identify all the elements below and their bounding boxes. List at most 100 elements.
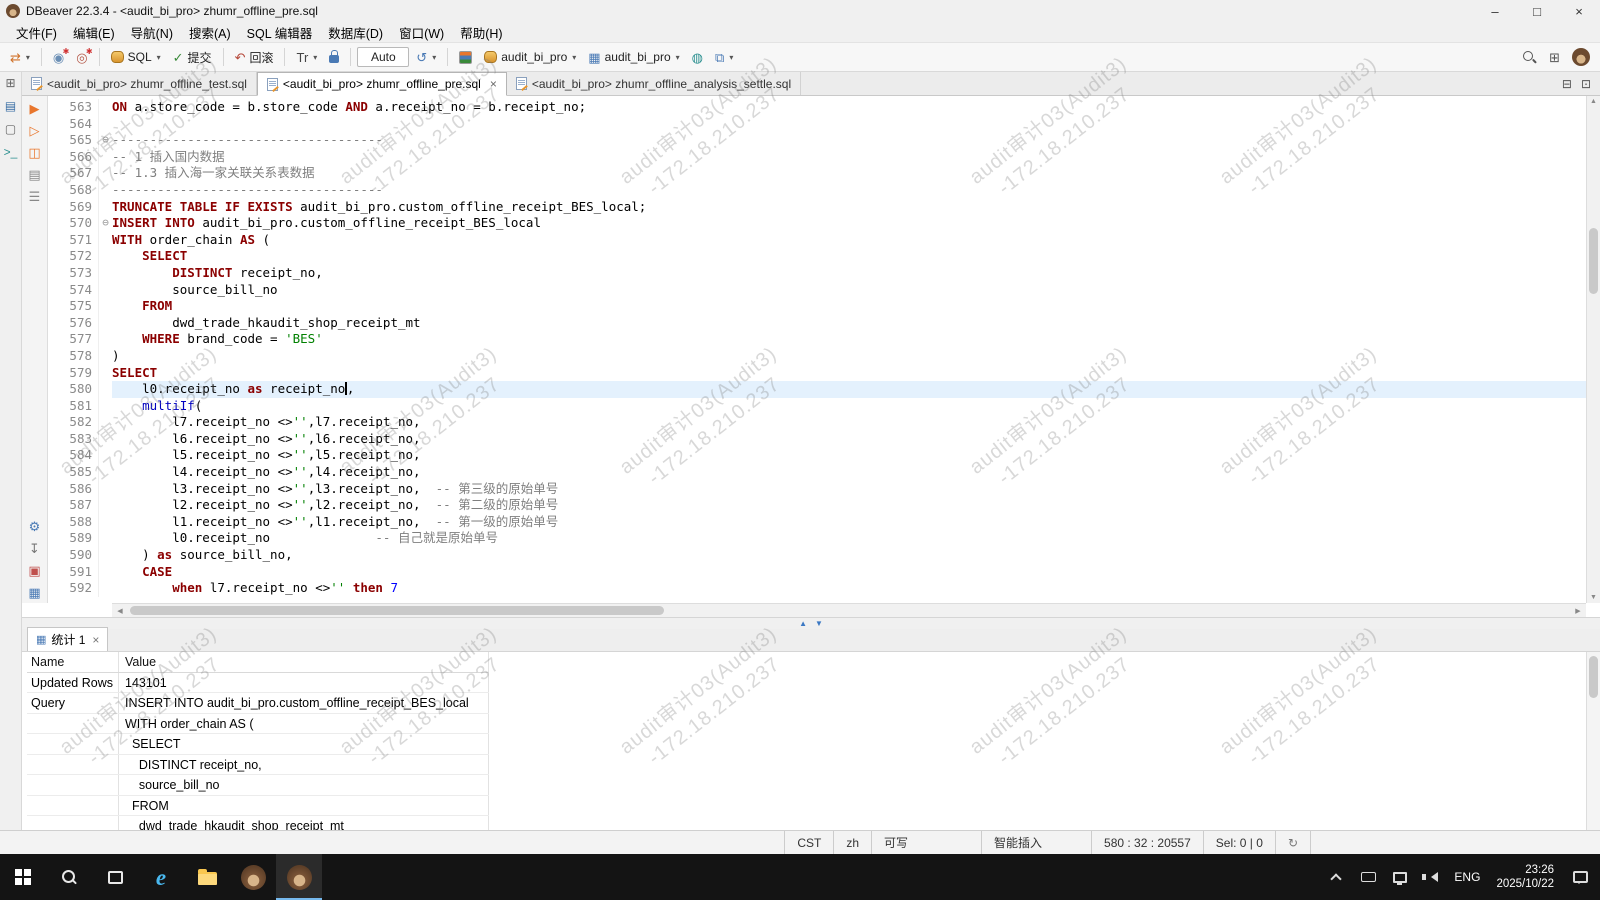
touch-keyboard-button[interactable] [1352,854,1384,900]
restore-panes-icon[interactable]: ⊞ [5,77,15,89]
maximize-editor-button[interactable]: ⊡ [1581,77,1591,91]
code-line-575[interactable]: 575 FROM [48,298,1586,315]
splitter-collapse-icon[interactable]: ▼ [815,620,823,628]
execute-statement-button[interactable]: ▶ [30,102,40,115]
transaction-log-button[interactable]: Tr▾ [291,48,322,67]
maximize-button[interactable]: □ [1516,0,1558,22]
menu-item-5[interactable]: 数据库(D) [320,21,391,44]
result-row-7[interactable]: dwd_trade_hkaudit_shop_receipt_mt [27,816,489,830]
query-history-button[interactable]: ↺▾ [411,48,441,67]
code-line-572[interactable]: 572 SELECT [48,248,1586,265]
menu-item-6[interactable]: 窗口(W) [391,21,452,44]
code-line-576[interactable]: 576 dwd_trade_hkaudit_shop_receipt_mt [48,315,1586,332]
editor-tab-2[interactable]: <audit_bi_pro> zhumr_offline_analysis_se… [507,72,801,95]
database-selector-button[interactable]: audit_bi_pro▾ [479,47,581,67]
code-line-592[interactable]: 592 when l7.receipt_no <>'' then 7 [48,580,1586,597]
result-row-1[interactable]: QueryINSERT INTO audit_bi_pro.custom_off… [27,693,489,714]
code-line-566[interactable]: 566-- 1 插入国内数据 [48,149,1586,166]
hscroll-thumb[interactable] [130,606,664,615]
statistics-tab[interactable]: ▦ 统计 1 × [27,627,108,651]
menu-item-4[interactable]: SQL 编辑器 [239,21,321,44]
vscroll-thumb[interactable] [1589,228,1598,294]
code-line-568[interactable]: 568------------------------------------ [48,182,1586,199]
volume-button[interactable] [1416,854,1448,900]
connection-lock-button[interactable] [324,48,344,66]
code-line-585[interactable]: 585 l4.receipt_no <>'',l4.receipt_no, [48,464,1586,481]
editor-tab-0[interactable]: <audit_bi_pro> zhumr_offline_test.sql [22,72,257,95]
result-row-5[interactable]: source_bill_no [27,775,489,796]
schema-selector-button[interactable]: ▦audit_bi_pro▾ [583,47,684,67]
splitter-expand-icon[interactable]: ▲ [799,620,807,628]
task-view-button[interactable] [92,854,138,900]
code-line-584[interactable]: 584 l5.receipt_no <>'',l5.receipt_no, [48,447,1586,464]
tray-expand-button[interactable] [1320,854,1352,900]
results-scroll-thumb[interactable] [1589,656,1598,698]
code-line-579[interactable]: 579SELECT [48,365,1586,382]
column-header-name[interactable]: Name [27,652,119,672]
fold-marker[interactable]: ⊖ [98,215,112,232]
internet-explorer-button[interactable]: e [138,854,184,900]
scroll-left-icon[interactable]: ◀ [112,607,128,615]
clock[interactable]: 23:26 2025/10/22 [1486,854,1564,900]
database-navigator-icon[interactable]: ▤ [5,100,16,112]
editor-vscrollbar[interactable]: ▲ ▼ [1586,96,1600,603]
result-row-3[interactable]: SELECT [27,734,489,755]
insert-mode[interactable]: 智能插入 [981,831,1091,854]
execute-script-button[interactable]: ▷ [30,124,40,137]
projects-view-icon[interactable]: ▢ [5,123,16,135]
scroll-right-icon[interactable]: ▶ [1570,607,1586,615]
menu-item-1[interactable]: 编辑(E) [65,21,123,44]
editor-settings-button[interactable]: ⚙ [29,520,41,533]
datasource-stack-button[interactable] [454,48,477,67]
code-line-569[interactable]: 569TRUNCATE TABLE IF EXISTS audit_bi_pro… [48,199,1586,216]
sql-dialect-button[interactable]: SQL▾ [106,47,166,67]
save-script-button[interactable]: ▣ [28,564,40,577]
code-line-587[interactable]: 587 l2.receipt_no <>'',l2.receipt_no, --… [48,497,1586,514]
code-line-571[interactable]: 571WITH order_chain AS ( [48,232,1586,249]
hscroll-track[interactable] [128,604,1570,617]
code-line-583[interactable]: 583 l6.receipt_no <>'',l6.receipt_no, [48,431,1586,448]
sql-console-icon[interactable]: >_ [4,146,18,158]
minimize-button[interactable]: – [1474,0,1516,22]
tab-close-icon[interactable]: × [490,77,497,91]
dbeaver-taskbar-button[interactable] [276,854,322,900]
result-row-6[interactable]: FROM [27,796,489,817]
menu-item-0[interactable]: 文件(F) [8,21,65,44]
network-button[interactable] [1384,854,1416,900]
code-line-591[interactable]: 591 CASE [48,564,1586,581]
code-line-577[interactable]: 577 WHERE brand_code = 'BES' [48,331,1586,348]
action-center-button[interactable] [1564,854,1596,900]
start-button[interactable] [0,854,46,900]
code-line-590[interactable]: 590 ) as source_bill_no, [48,547,1586,564]
result-row-4[interactable]: DISTINCT receipt_no, [27,755,489,776]
commit-pending-button[interactable]: ◉✱ [48,48,69,67]
code-line-574[interactable]: 574 source_bill_no [48,282,1586,299]
commit-button[interactable]: ✓提交 [168,46,217,69]
menu-item-3[interactable]: 搜索(A) [181,21,239,44]
network-profile-button[interactable]: ◍ [687,48,708,67]
panel-splitter[interactable]: ▲ ▼ [22,617,1600,629]
fold-marker[interactable]: ⊖ [98,132,112,149]
menu-item-2[interactable]: 导航(N) [123,21,181,44]
explain-plan-button[interactable]: ▤ [28,168,40,181]
results-scrollbar[interactable] [1586,652,1600,830]
tunnel-settings-button[interactable]: ⧉▾ [710,48,738,67]
search-button[interactable] [1517,47,1542,68]
close-button[interactable]: × [1558,0,1600,22]
code-line-563[interactable]: 563ON a.store_code = b.store_code AND a.… [48,99,1586,116]
code-line-586[interactable]: 586 l3.receipt_no <>'',l3.receipt_no, --… [48,481,1586,498]
code-line-580[interactable]: 580 l0.receipt_no as receipt_no, [48,381,1586,398]
editor-tab-1[interactable]: <audit_bi_pro> zhumr_offline_pre.sql× [257,72,507,96]
code-area[interactable]: 563ON a.store_code = b.store_code AND a.… [48,96,1586,603]
rollback-pending-button[interactable]: ◎✱ [71,48,92,67]
minimize-editor-button[interactable]: ⊟ [1562,77,1572,91]
editor-hscrollbar[interactable]: ◀ ▶ [112,603,1586,617]
code-line-564[interactable]: 564 [48,116,1586,133]
code-line-567[interactable]: 567-- 1.3 插入海一家关联关系表数据 [48,165,1586,182]
code-line-570[interactable]: 570⊖INSERT INTO audit_bi_pro.custom_offl… [48,215,1586,232]
caret-position[interactable]: 580 : 32 : 20557 [1091,831,1203,854]
write-state[interactable]: 可写 [871,831,981,854]
code-line-573[interactable]: 573 DISTINCT receipt_no, [48,265,1586,282]
result-row-2[interactable]: WITH order_chain AS ( [27,714,489,735]
new-connection-button[interactable]: ⇄▾ [5,48,35,67]
